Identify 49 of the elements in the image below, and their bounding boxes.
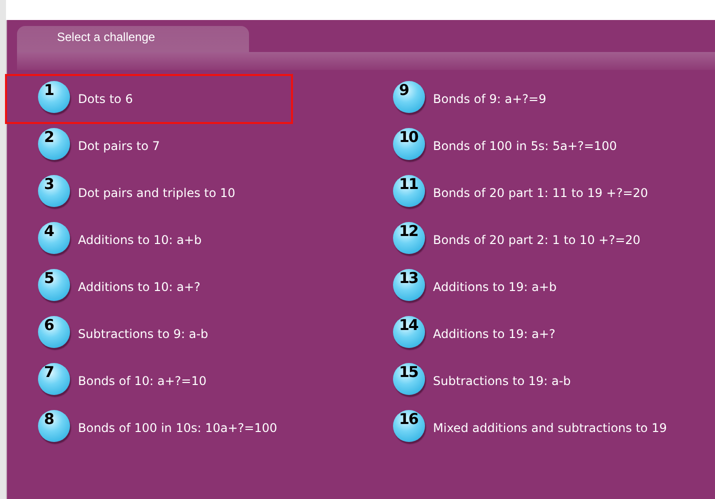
number-ball: 6: [38, 316, 70, 348]
number-ball: 12: [393, 222, 425, 254]
challenge-label: Additions to 10: a+?: [78, 280, 200, 294]
number-ball: 8: [38, 410, 70, 442]
challenge-item[interactable]: 8 Bonds of 100 in 10s: 10a+?=100: [5, 403, 360, 453]
challenge-label: Bonds of 20 part 1: 11 to 19 +?=20: [433, 186, 648, 200]
challenge-label: Additions to 19: a+b: [433, 280, 557, 294]
number-ball: 2: [38, 128, 70, 160]
challenge-label: Dots to 6: [78, 92, 133, 106]
number-ball: 13: [393, 269, 425, 301]
challenge-label: Bonds of 10: a+?=10: [78, 374, 206, 388]
challenge-item[interactable]: 9 Bonds of 9: a+?=9: [358, 74, 715, 124]
challenge-item[interactable]: 12 Bonds of 20 part 2: 1 to 10 +?=20: [358, 215, 715, 265]
challenge-item[interactable]: 15 Subtractions to 19: a-b: [358, 356, 715, 406]
challenge-label: Dot pairs and triples to 10: [78, 186, 236, 200]
number-ball: 4: [38, 222, 70, 254]
challenge-item[interactable]: 6 Subtractions to 9: a-b: [5, 309, 360, 359]
challenge-item[interactable]: 10 Bonds of 100 in 5s: 5a+?=100: [358, 121, 715, 171]
number-ball: 7: [38, 363, 70, 395]
number-ball: 16: [393, 410, 425, 442]
challenge-item[interactable]: 11 Bonds of 20 part 1: 11 to 19 +?=20: [358, 168, 715, 218]
challenge-item[interactable]: 2 Dot pairs to 7: [5, 121, 360, 171]
challenge-label: Mixed additions and subtractions to 19: [433, 421, 667, 435]
number-ball: 1: [38, 81, 70, 113]
number-ball: 15: [393, 363, 425, 395]
challenge-label: Subtractions to 19: a-b: [433, 374, 571, 388]
challenge-item[interactable]: 4 Additions to 10: a+b: [5, 215, 360, 265]
challenge-item[interactable]: 16 Mixed additions and subtractions to 19: [358, 403, 715, 453]
challenge-label: Additions to 10: a+b: [78, 233, 202, 247]
challenge-item[interactable]: 14 Additions to 19: a+?: [358, 309, 715, 359]
challenge-label: Bonds of 9: a+?=9: [433, 92, 546, 106]
number-ball: 14: [393, 316, 425, 348]
number-ball: 10: [393, 128, 425, 160]
challenge-label: Dot pairs to 7: [78, 139, 160, 153]
challenge-item[interactable]: 13 Additions to 19: a+b: [358, 262, 715, 312]
number-ball: 9: [393, 81, 425, 113]
challenge-tab[interactable]: Select a challenge: [17, 26, 249, 52]
challenge-label: Bonds of 20 part 2: 1 to 10 +?=20: [433, 233, 640, 247]
number-ball: 11: [393, 175, 425, 207]
challenge-label: Bonds of 100 in 5s: 5a+?=100: [433, 139, 617, 153]
number-ball: 5: [38, 269, 70, 301]
challenge-label: Bonds of 100 in 10s: 10a+?=100: [78, 421, 278, 435]
challenge-item[interactable]: 5 Additions to 10: a+?: [5, 262, 360, 312]
challenge-label: Additions to 19: a+?: [433, 327, 556, 341]
challenge-label: Subtractions to 9: a-b: [78, 327, 208, 341]
challenge-item[interactable]: 3 Dot pairs and triples to 10: [5, 168, 360, 218]
challenge-item[interactable]: 1 Dots to 6: [5, 74, 293, 124]
challenge-item[interactable]: 7 Bonds of 10: a+?=10: [5, 356, 360, 406]
number-ball: 3: [38, 175, 70, 207]
